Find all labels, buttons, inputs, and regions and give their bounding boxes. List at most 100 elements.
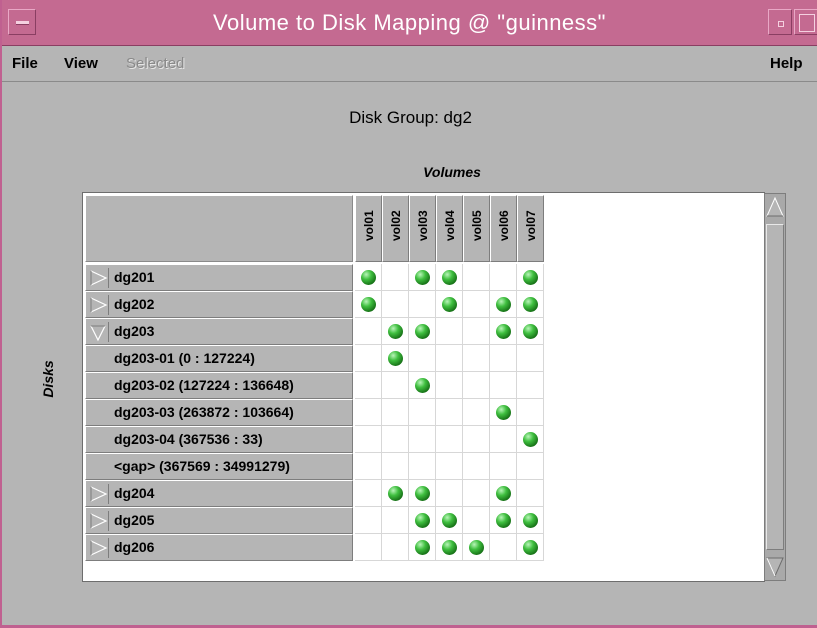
mapping-cell[interactable] — [409, 264, 436, 291]
mapping-cell[interactable] — [409, 426, 436, 453]
mapping-cell[interactable] — [463, 264, 490, 291]
mapping-cell[interactable] — [382, 264, 409, 291]
volume-header-vol02[interactable]: vol02 — [382, 195, 409, 262]
mapping-cell[interactable] — [517, 453, 544, 480]
mapping-cell[interactable] — [490, 480, 517, 507]
mapping-cell[interactable] — [436, 426, 463, 453]
mapping-cell[interactable] — [517, 372, 544, 399]
mapping-cell[interactable] — [490, 291, 517, 318]
volume-header-vol07[interactable]: vol07 — [517, 195, 544, 262]
mapping-cell[interactable] — [490, 426, 517, 453]
triangle-right-icon[interactable] — [88, 295, 109, 315]
subdisk-row-header[interactable]: dg203-01 (0 : 127224) — [85, 345, 353, 372]
mapping-cell[interactable] — [382, 372, 409, 399]
window-menu-button[interactable] — [8, 9, 36, 35]
mapping-cell[interactable] — [463, 507, 490, 534]
minimize-button[interactable] — [768, 9, 792, 35]
triangle-right-icon[interactable] — [88, 511, 109, 531]
title-bar[interactable]: Volume to Disk Mapping @ "guinness" — [2, 0, 817, 46]
disk-row-header[interactable]: dg204 — [85, 480, 353, 507]
mapping-cell[interactable] — [490, 507, 517, 534]
mapping-cell[interactable] — [355, 372, 382, 399]
disk-row-header[interactable]: dg201 — [85, 264, 353, 291]
triangle-right-icon[interactable] — [88, 538, 109, 558]
mapping-cell[interactable] — [409, 345, 436, 372]
mapping-cell[interactable] — [355, 453, 382, 480]
subdisk-row-header[interactable]: dg203-03 (263872 : 103664) — [85, 399, 353, 426]
mapping-cell[interactable] — [409, 453, 436, 480]
triangle-down-icon[interactable] — [88, 322, 109, 342]
mapping-cell[interactable] — [382, 318, 409, 345]
menu-help[interactable]: Help — [770, 55, 803, 72]
disk-row-header[interactable]: dg203 — [85, 318, 353, 345]
mapping-cell[interactable] — [517, 399, 544, 426]
mapping-cell[interactable] — [517, 318, 544, 345]
mapping-cell[interactable] — [355, 534, 382, 561]
mapping-cell[interactable] — [382, 453, 409, 480]
mapping-cell[interactable] — [463, 480, 490, 507]
mapping-cell[interactable] — [382, 426, 409, 453]
mapping-cell[interactable] — [517, 426, 544, 453]
mapping-cell[interactable] — [382, 291, 409, 318]
volume-header-vol03[interactable]: vol03 — [409, 195, 436, 262]
mapping-cell[interactable] — [436, 291, 463, 318]
mapping-cell[interactable] — [409, 318, 436, 345]
mapping-cell[interactable] — [517, 264, 544, 291]
mapping-cell[interactable] — [517, 507, 544, 534]
mapping-cell[interactable] — [355, 507, 382, 534]
mapping-cell[interactable] — [490, 399, 517, 426]
mapping-cell[interactable] — [490, 534, 517, 561]
mapping-cell[interactable] — [517, 345, 544, 372]
mapping-cell[interactable] — [436, 372, 463, 399]
mapping-cell[interactable] — [355, 291, 382, 318]
mapping-cell[interactable] — [490, 264, 517, 291]
subdisk-row-header[interactable]: dg203-02 (127224 : 136648) — [85, 372, 353, 399]
disk-row-header[interactable]: dg205 — [85, 507, 353, 534]
mapping-cell[interactable] — [436, 507, 463, 534]
mapping-cell[interactable] — [409, 534, 436, 561]
mapping-cell[interactable] — [463, 345, 490, 372]
mapping-cell[interactable] — [436, 453, 463, 480]
scrollbar-thumb[interactable] — [766, 224, 784, 550]
mapping-cell[interactable] — [517, 480, 544, 507]
mapping-cell[interactable] — [382, 480, 409, 507]
mapping-cell[interactable] — [355, 480, 382, 507]
mapping-cell[interactable] — [409, 480, 436, 507]
mapping-cell[interactable] — [355, 426, 382, 453]
mapping-cell[interactable] — [490, 453, 517, 480]
mapping-cell[interactable] — [355, 318, 382, 345]
mapping-cell[interactable] — [409, 399, 436, 426]
vertical-scrollbar[interactable] — [764, 193, 786, 581]
maximize-button[interactable] — [794, 9, 817, 35]
mapping-cell[interactable] — [463, 372, 490, 399]
disk-row-header[interactable]: dg206 — [85, 534, 353, 561]
mapping-cell[interactable] — [436, 399, 463, 426]
mapping-cell[interactable] — [355, 345, 382, 372]
mapping-cell[interactable] — [382, 345, 409, 372]
mapping-cell[interactable] — [436, 318, 463, 345]
triangle-right-icon[interactable] — [88, 268, 109, 288]
mapping-cell[interactable] — [490, 318, 517, 345]
mapping-cell[interactable] — [355, 264, 382, 291]
mapping-cell[interactable] — [517, 534, 544, 561]
scroll-up-arrow-icon[interactable] — [765, 194, 785, 222]
mapping-cell[interactable] — [463, 453, 490, 480]
scroll-down-arrow-icon[interactable] — [765, 552, 785, 580]
menu-view[interactable]: View — [64, 55, 98, 72]
mapping-cell[interactable] — [382, 534, 409, 561]
mapping-cell[interactable] — [382, 507, 409, 534]
volume-header-vol05[interactable]: vol05 — [463, 195, 490, 262]
mapping-cell[interactable] — [436, 534, 463, 561]
mapping-cell[interactable] — [517, 291, 544, 318]
mapping-cell[interactable] — [463, 534, 490, 561]
mapping-cell[interactable] — [409, 507, 436, 534]
volume-header-vol04[interactable]: vol04 — [436, 195, 463, 262]
disk-row-header[interactable]: dg202 — [85, 291, 353, 318]
mapping-cell[interactable] — [463, 399, 490, 426]
mapping-cell[interactable] — [409, 372, 436, 399]
mapping-cell[interactable] — [355, 399, 382, 426]
mapping-cell[interactable] — [463, 291, 490, 318]
triangle-right-icon[interactable] — [88, 484, 109, 504]
subdisk-row-header[interactable]: dg203-04 (367536 : 33) — [85, 426, 353, 453]
mapping-cell[interactable] — [490, 372, 517, 399]
